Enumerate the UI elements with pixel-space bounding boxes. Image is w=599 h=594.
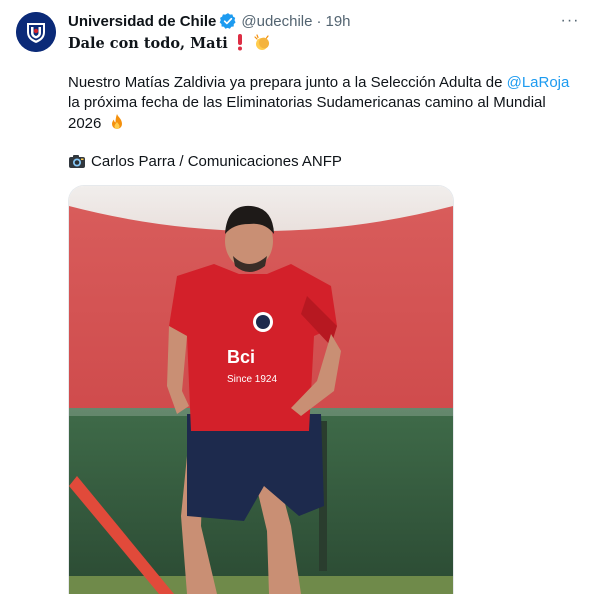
mention-link[interactable]: @LaRoja <box>507 74 570 91</box>
avatar[interactable] <box>16 12 56 52</box>
body-text: la próxima fecha de las Eliminatorias Su… <box>68 94 546 111</box>
credit-text: Carlos Parra / Comunicaciones ANFP <box>91 153 342 170</box>
jersey-tagline-text: Since 1924 <box>227 374 277 385</box>
tweet-photo[interactable]: Bci Since 1924 <box>68 185 454 594</box>
headline-text: Dale con todo, Mati <box>68 35 228 52</box>
photo-credit: Carlos Parra / Comunicaciones ANFP <box>68 151 342 173</box>
tweet-headline: Dale con todo, Mati <box>68 33 272 55</box>
red-exclamation-emoji <box>237 34 242 51</box>
separator-dot: · <box>316 12 322 30</box>
body-text: 2026 <box>68 115 102 132</box>
jersey-sponsor-text: Bci <box>227 347 255 367</box>
tweet-body-line1: Nuestro Matías Zaldivia ya prepara junto… <box>68 72 569 94</box>
tweet-card[interactable]: Universidad de Chile @udechile · 19h ···… <box>0 0 599 594</box>
tweet-timestamp[interactable]: 19h <box>325 13 350 30</box>
author-handle[interactable]: @udechile <box>241 13 312 30</box>
tweet-body-line3: 2026 <box>68 113 126 135</box>
club-crest-icon <box>16 12 56 52</box>
verified-badge-icon[interactable] <box>219 12 237 30</box>
author-name[interactable]: Universidad de Chile <box>68 13 216 30</box>
player-training-image: Bci Since 1924 <box>69 186 453 594</box>
camera-emoji <box>69 155 85 168</box>
clapping-hands-emoji <box>254 34 269 50</box>
tweet-body-line2: la próxima fecha de las Eliminatorias Su… <box>68 92 546 114</box>
more-options-icon[interactable]: ··· <box>559 12 581 30</box>
body-text: Nuestro Matías Zaldivia ya prepara junto… <box>68 74 507 91</box>
fire-emoji <box>111 114 122 129</box>
tweet-header: Universidad de Chile @udechile · 19h <box>68 10 351 32</box>
